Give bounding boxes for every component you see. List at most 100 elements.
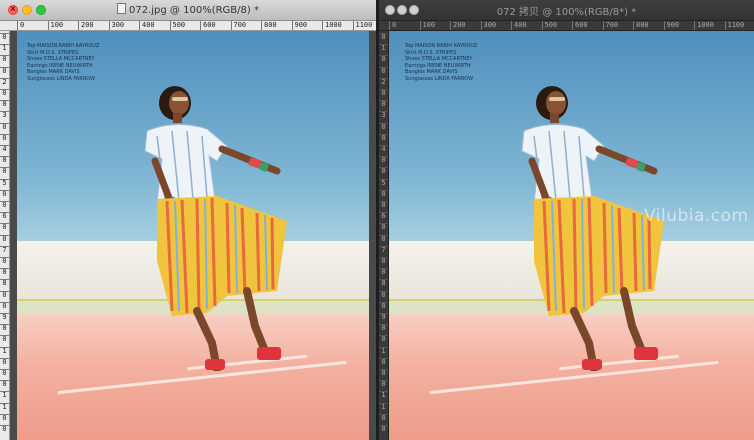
ruler-tick-label: 600 [200,21,216,30]
ruler-tick-label: 4 [0,145,9,153]
ruler-tick-label: 4 [379,145,388,153]
ruler-tick-label: 0 [389,21,396,30]
ruler-tick-label: 2 [0,77,9,86]
ruler-tick-label: 0 [0,369,9,377]
model-figure [144,86,287,371]
ruler-tick-label: 1 [0,346,9,355]
credit-line: Sunglasses LINDA FARROW [405,75,474,82]
ruler-tick-label: 5 [0,178,9,187]
ruler-tick-label: 200 [450,21,466,30]
ruler-tick-label: 0 [0,33,9,41]
credit-line: Shoes STELLA MCCARTNEY [405,56,473,62]
credits-text: Top MAISON RABIH KAYROUZ Skirt M.D.S. ST… [405,43,477,82]
ruler-tick-label: 1000 [694,21,714,30]
ruler-tick-label: 0 [0,335,9,343]
ruler-tick-label: 6 [0,212,9,220]
ruler-tick-label: 0 [0,89,9,97]
ruler-tick-label: 300 [480,21,496,30]
watermark-text: Vilubia.com [644,206,749,226]
ruler-tick-label: 0 [379,290,388,299]
title-bar[interactable]: × 072.jpg @ 100%(RGB/8) * [0,0,376,21]
ruler-tick-label: 3 [0,111,9,119]
credit-line: Top MAISON RABIH KAYROUZ [405,43,478,49]
ruler-tick-label: 0 [379,357,388,366]
ruler-tick-label: 1 [379,346,388,355]
ruler-tick-label: 800 [261,21,277,30]
ruler-tick-label: 0 [379,89,388,97]
ruler-tick-label: 0 [0,425,9,433]
image-canvas[interactable]: Top MAISON RABIH KAYROUZ Skirt M.D.S. ST… [17,31,369,440]
ruler-tick-label: 9 [0,313,9,321]
horizontal-ruler[interactable]: 0 100 200 300 400 500 600 700 800 900 1000 1100 [0,21,376,31]
vertical-ruler[interactable]: 0 1 0 0 2 0 0 3 0 0 4 0 0 5 0 0 6 0 0 7 0 0 8 0 0 9 0 0 1 0 0 0 1 1 0 0 [379,31,389,440]
ruler-tick-label: 900 [663,21,679,30]
ruler-tick-label: 0 [0,122,9,131]
ruler-tick-label: 700 [602,21,618,30]
ruler-tick-label: 0 [0,133,9,142]
ruler-tick-label: 0 [379,413,388,422]
ruler-tick-label: 0 [379,66,388,75]
ruler-tick-label: 1000 [322,21,342,30]
ruler-tick-label: 0 [379,100,388,108]
ruler-tick-label: 100 [419,21,435,30]
ruler-tick-label: 0 [0,324,9,332]
ruler-tick-label: 0 [0,290,9,299]
ruler-tick-label: 0 [0,268,9,276]
ruler-tick-label: 1 [379,44,388,52]
ruler-tick-label: 0 [379,55,388,63]
credits-text: Top MAISON RABIH KAYROUZ Skirt M.D.S. ST… [27,43,99,82]
ruler-tick-label: 9 [379,313,388,321]
ruler-tick-label: 1100 [724,21,744,30]
ruler-tick-label: 0 [0,66,9,75]
ruler-tick-label: 400 [511,21,527,30]
window-title-text: 072 拷贝 @ 100%(RGB/8*) * [496,7,637,18]
ruler-tick-label: 0 [379,156,388,164]
ruler-tick-label: 8 [379,279,388,287]
credit-line: Top MAISON RABIH KAYROUZ [27,43,100,49]
ruler-tick-label: 0 [379,189,388,198]
ruler-tick-label: 0 [379,335,388,343]
ruler-tick-label: 0 [379,301,388,310]
ruler-tick-label: 0 [0,234,9,243]
model-figure [521,86,664,371]
window-title: 072 拷贝 @ 100%(RGB/8*) * [379,3,754,18]
credit-line: Sunglasses LINDA FARROW [27,75,96,82]
ruler-tick-label: 200 [78,21,94,30]
ruler-tick-label: 0 [379,122,388,131]
credit-line: Shoes STELLA MCCARTNEY [27,56,95,62]
ruler-tick-label: 700 [230,21,246,30]
ruler-tick-label: 5 [379,178,388,187]
vertical-ruler[interactable]: 0 1 0 0 2 0 0 3 0 0 4 0 0 5 0 0 6 0 0 7 0 0 8 0 0 9 0 0 1 0 0 0 1 1 0 0 [0,31,10,440]
ruler-tick-label: 0 [0,257,9,265]
document-window-right: 072 拷贝 @ 100%(RGB/8*) * 0 100 200 300 400 500… [379,0,754,440]
ruler-tick-label: 0 [0,357,9,366]
ruler-tick-label: 800 [633,21,649,30]
ruler-tick-label: 1 [0,391,9,399]
title-bar[interactable]: 072 拷贝 @ 100%(RGB/8*) * [379,0,754,21]
horizontal-ruler[interactable]: 0 100 200 300 400 500 600 700 800 900 1000 1100 [379,21,754,31]
image-canvas[interactable]: Top MAISON RABIH KAYROUZ Skirt M.D.S. ST… [389,31,754,440]
ruler-tick-label: 0 [0,55,9,63]
ruler-tick-label: 0 [0,223,9,231]
ruler-tick-label: 100 [47,21,63,30]
ruler-tick-label: 7 [379,245,388,254]
ruler-tick-label: 0 [17,21,24,30]
ruler-tick-label: 1100 [352,21,372,30]
ruler-tick-label: 0 [379,133,388,142]
ruler-tick-label: 600 [572,21,588,30]
ruler-tick-label: 6 [379,212,388,220]
ruler-tick-label: 1 [0,402,9,411]
ruler-tick-label: 0 [379,234,388,243]
ruler-tick-label: 900 [291,21,307,30]
ruler-tick-label: 0 [379,380,388,388]
ruler-tick-label: 500 [169,21,185,30]
ruler-tick-label: 0 [379,369,388,377]
ruler-tick-label: 0 [379,324,388,332]
ruler-tick-label: 0 [0,413,9,422]
window-title: 072.jpg @ 100%(RGB/8) * [0,3,376,16]
ruler-tick-label: 400 [139,21,155,30]
ruler-tick-label: 0 [379,257,388,265]
ruler-tick-label: 0 [379,167,388,175]
document-window-left: × 072.jpg @ 100%(RGB/8) * 0 100 200 300 400 5… [0,0,376,440]
ruler-tick-label: 0 [0,100,9,108]
